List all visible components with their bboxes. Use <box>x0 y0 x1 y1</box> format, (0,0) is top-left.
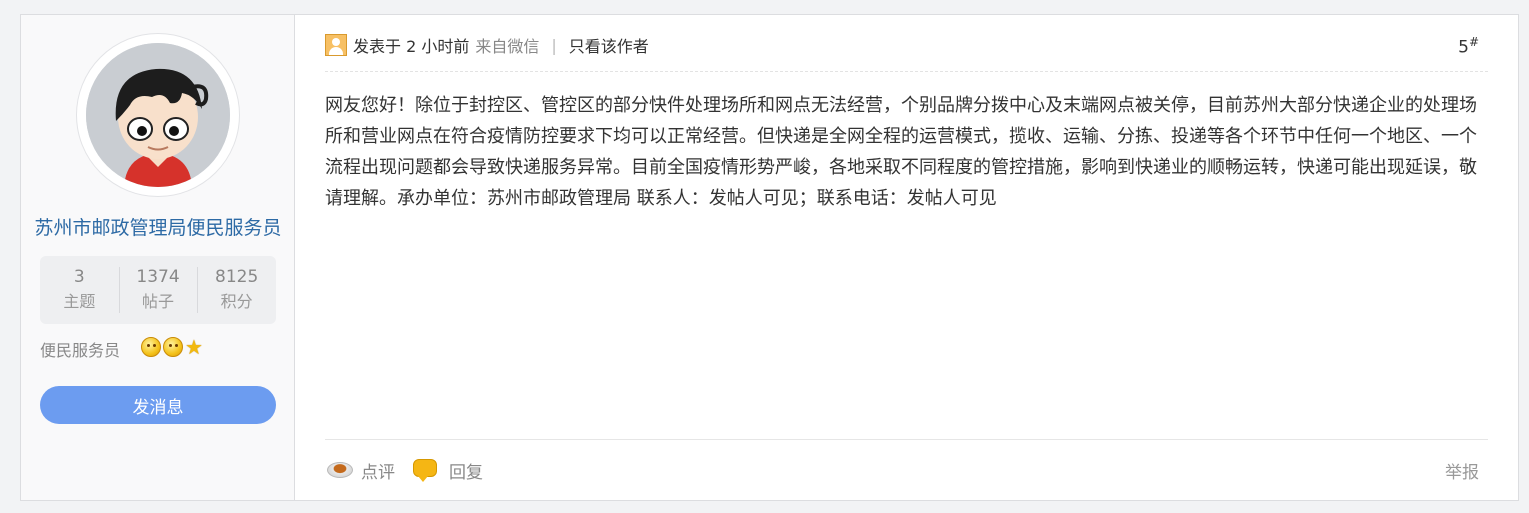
stat-posts[interactable]: 1374 帖子 <box>118 256 198 324</box>
stat-topics-label: 主题 <box>63 292 96 311</box>
post-actions: 点评 回复 <box>325 455 501 485</box>
divider <box>325 439 1488 440</box>
rank-badges: ★ <box>141 337 203 357</box>
divider <box>325 71 1488 72</box>
floor-num: 5 <box>1458 37 1469 58</box>
stat-topics-count: 3 <box>73 267 85 287</box>
post-source: 来自微信 <box>475 37 540 56</box>
comment-label: 点评 <box>361 462 395 483</box>
smiley-badge-icon <box>163 337 183 357</box>
stat-posts-label: 帖子 <box>142 292 175 311</box>
post-main: 发表于 2 小时前 来自微信 | 只看该作者 5# 网友您好！除位于封控区、管控… <box>325 15 1488 500</box>
stat-topics[interactable]: 3 主题 <box>40 256 119 324</box>
cartoon-avatar-icon <box>86 43 230 187</box>
stat-posts-count: 1374 <box>136 267 180 287</box>
floor-number[interactable]: 5# <box>1458 35 1479 58</box>
star-badge-icon: ★ <box>185 335 203 359</box>
only-author-link[interactable]: 只看该作者 <box>569 33 649 57</box>
user-stats: 3 主题 1374 帖子 8125 积分 <box>40 256 276 324</box>
post-content: 网友您好！除位于封控区、管控区的部分快件处理场所和网点无法经营，个别品牌分拨中心… <box>325 95 1477 209</box>
stat-points-count: 8125 <box>215 267 259 287</box>
avatar[interactable] <box>86 43 230 187</box>
reply-button[interactable]: 回复 <box>413 458 483 483</box>
coffee-cup-icon <box>325 458 355 482</box>
smiley-badge-icon <box>141 337 161 357</box>
report-link[interactable]: 举报 <box>1445 458 1479 483</box>
avatar-frame[interactable] <box>76 33 240 197</box>
user-icon <box>325 34 347 56</box>
user-rank: 便民服务员 <box>40 341 121 360</box>
post-time: 发表于 2 小时前 <box>353 37 470 56</box>
username-link[interactable]: 苏州市邮政管理局便民服务员 <box>21 213 295 240</box>
post-meta: 发表于 2 小时前 来自微信 | 只看该作者 <box>325 33 649 57</box>
reply-label: 回复 <box>449 462 483 483</box>
stat-points-label: 积分 <box>220 292 253 311</box>
stat-points[interactable]: 8125 积分 <box>197 256 276 324</box>
send-message-button[interactable]: 发消息 <box>40 386 276 424</box>
floor-mark: # <box>1468 35 1479 49</box>
forum-post: 苏州市邮政管理局便民服务员 3 主题 1374 帖子 8125 积分 便民服务员… <box>20 14 1519 501</box>
speech-bubble-icon <box>413 459 437 482</box>
author-sidebar: 苏州市邮政管理局便民服务员 3 主题 1374 帖子 8125 积分 便民服务员… <box>21 15 295 500</box>
meta-separator: | <box>551 35 557 55</box>
comment-button[interactable]: 点评 <box>325 458 395 483</box>
